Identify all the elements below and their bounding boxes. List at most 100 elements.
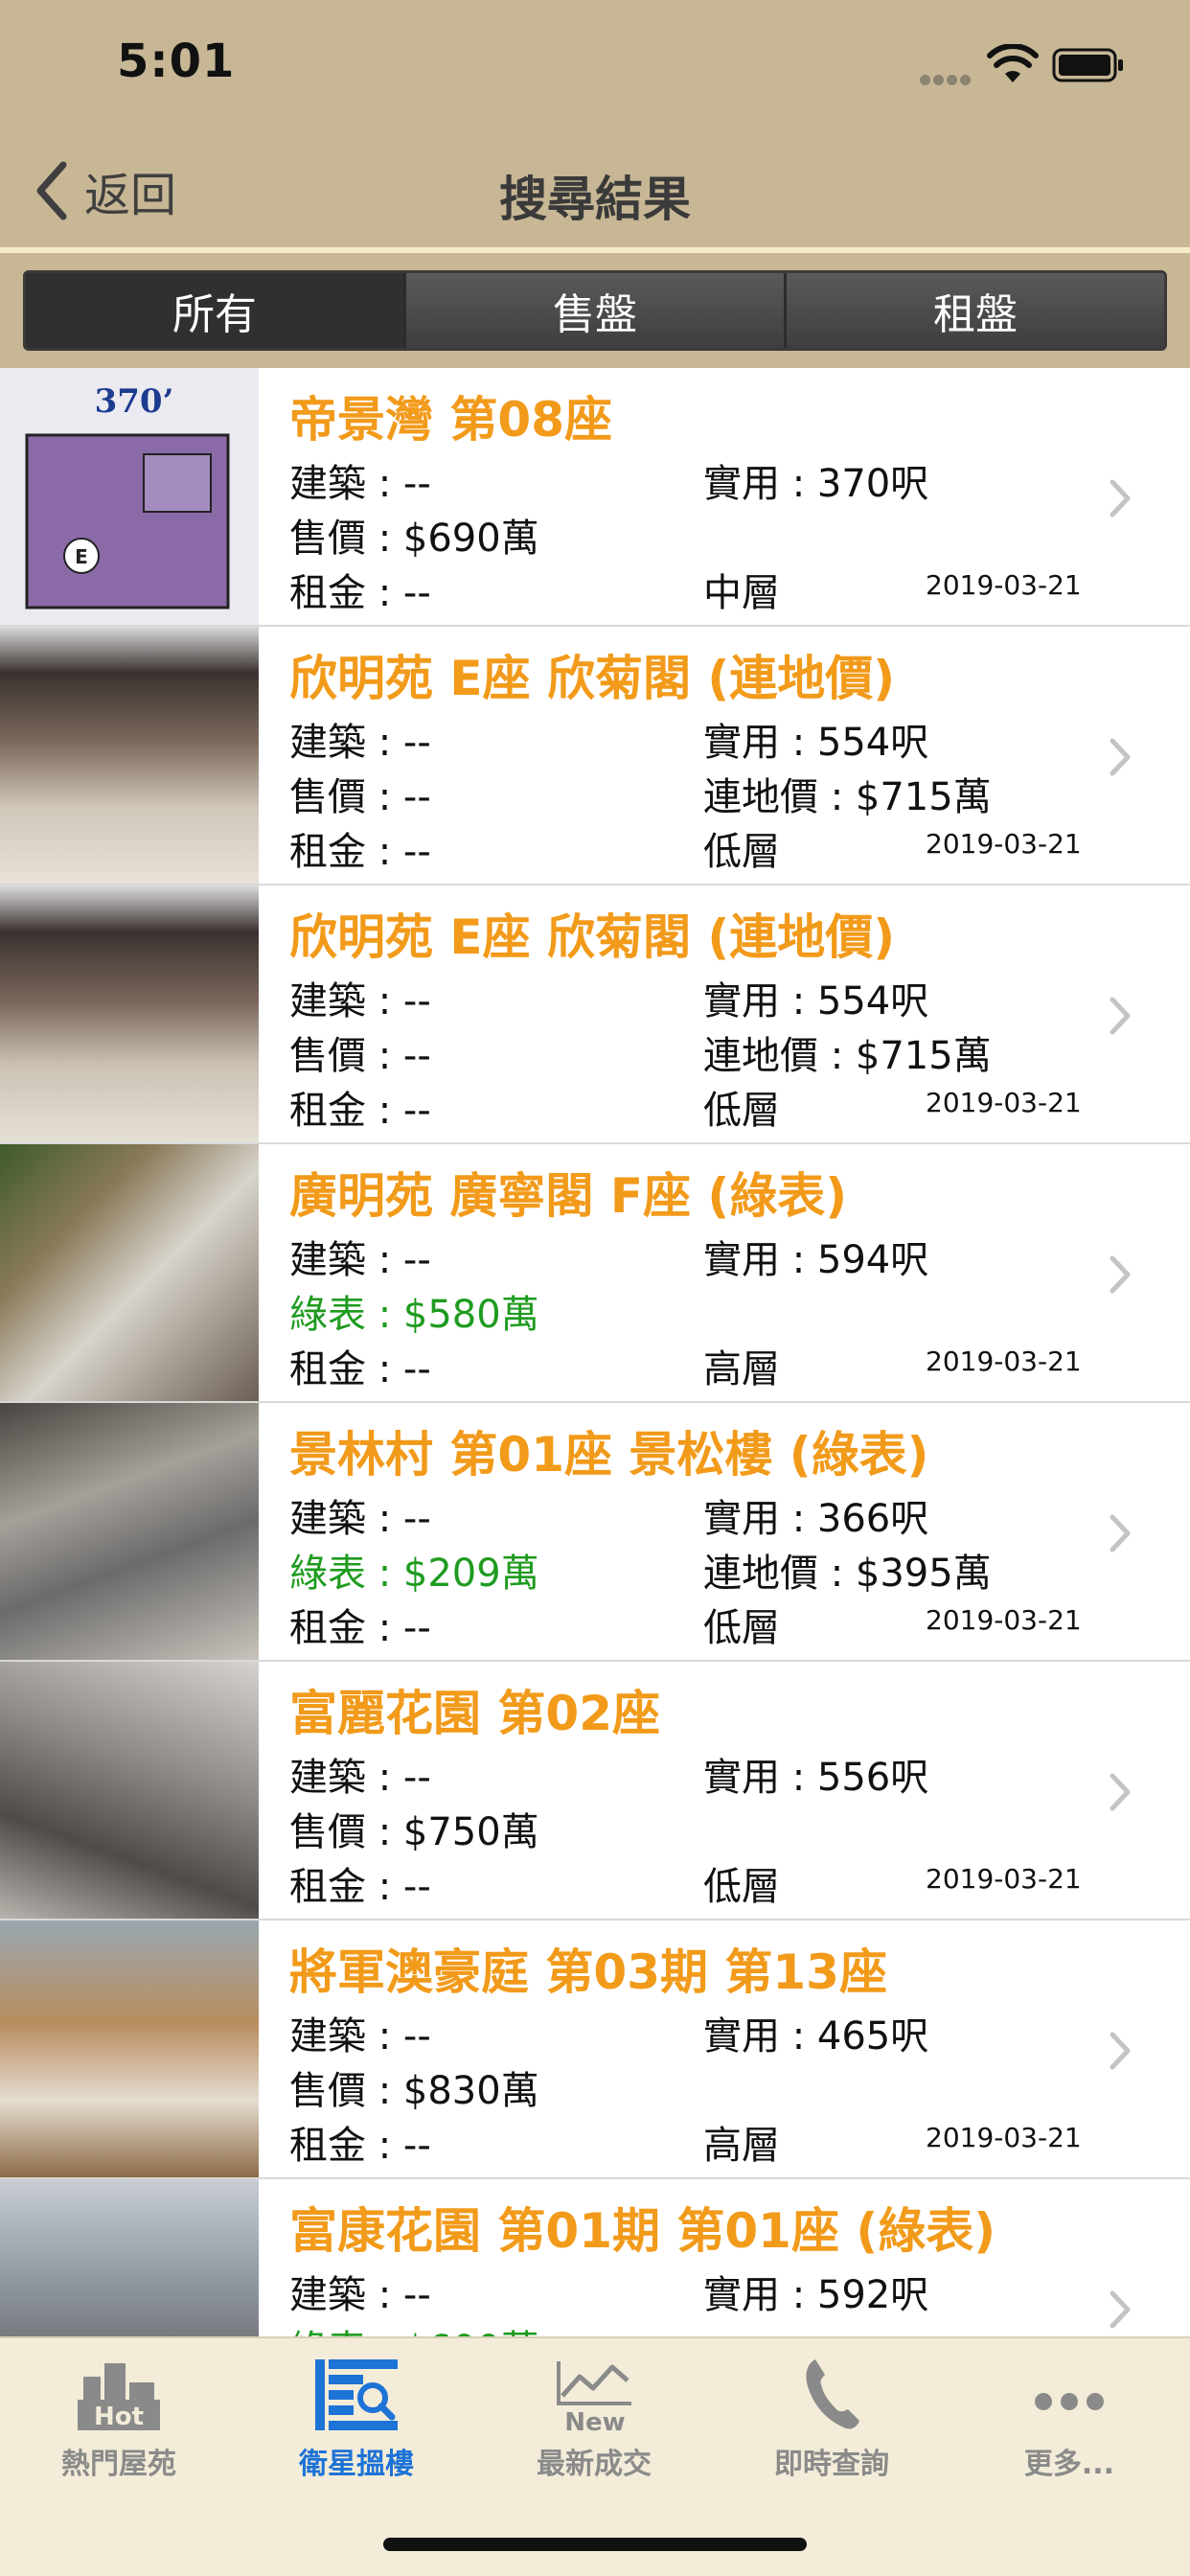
floor-level: 中層 bbox=[703, 571, 780, 615]
property-photo bbox=[0, 1403, 259, 1660]
property-thumbnail: 370’ E bbox=[0, 368, 259, 625]
app-root: 5:01 返回 搜尋結果 所有 售盤 租盤 370’ E 帝景灣 第08座 建築… bbox=[0, 0, 1190, 2576]
battery-icon bbox=[1052, 48, 1123, 82]
tab-satellite-search[interactable]: 衛星搵樓 bbox=[238, 2356, 475, 2509]
rent-price: 租金 : -- bbox=[289, 830, 431, 874]
saleable-area: 實用 : 366呎 bbox=[703, 1497, 929, 1541]
svg-text:Hot: Hot bbox=[94, 2403, 144, 2431]
gross-area: 建築 : -- bbox=[289, 721, 431, 765]
listing-title: 景林村 第01座 景松樓 (綠表) bbox=[289, 1427, 929, 1483]
chevron-right-icon bbox=[1110, 2290, 1131, 2329]
rent-price: 租金 : -- bbox=[289, 1347, 431, 1392]
listing-date: 2019-03-21 bbox=[926, 1604, 1082, 1636]
property-photo bbox=[0, 1662, 259, 1919]
rent-price: 租金 : -- bbox=[289, 1089, 431, 1133]
gross-area: 建築 : -- bbox=[289, 462, 431, 506]
listing-type-segmented-control: 所有 售盤 租盤 bbox=[23, 270, 1167, 351]
sale-price: 售價 : $750萬 bbox=[289, 1810, 539, 1854]
chevron-right-icon bbox=[1110, 1773, 1131, 1811]
sale-price: 綠表 : $209萬 bbox=[289, 1552, 539, 1596]
listing-date: 2019-03-21 bbox=[926, 1087, 1082, 1118]
listing-row[interactable]: 景林村 第01座 景松樓 (綠表) 建築 : -- 實用 : 366呎綠表 : $2… bbox=[0, 1403, 1190, 1662]
chevron-right-icon bbox=[1110, 997, 1131, 1035]
search-results-list: 370’ E 帝景灣 第08座建築 : -- 實用 : 370呎售價 : $690萬租… bbox=[0, 368, 1190, 2336]
saleable-area: 實用 : 592呎 bbox=[703, 2273, 929, 2317]
status-time: 5:01 bbox=[117, 34, 236, 88]
sale-price: 售價 : -- bbox=[289, 1034, 431, 1078]
tab-label: 最新成交 bbox=[537, 2448, 652, 2481]
gross-area: 建築 : -- bbox=[289, 979, 431, 1024]
listing-row[interactable]: 370’ E 帝景灣 第08座建築 : -- 實用 : 370呎售價 : $690萬租… bbox=[0, 368, 1190, 627]
tab-instant-enquiry[interactable]: 即時查詢 bbox=[713, 2356, 950, 2509]
saleable-area: 實用 : 556呎 bbox=[703, 1756, 929, 1800]
phone-icon bbox=[806, 2359, 859, 2429]
floor-level: 低層 bbox=[703, 1089, 780, 1133]
segment-rent[interactable]: 租盤 bbox=[784, 273, 1164, 348]
rent-price: 租金 : -- bbox=[289, 571, 431, 615]
saleable-area: 實用 : 554呎 bbox=[703, 721, 929, 765]
rent-price: 租金 : -- bbox=[289, 1865, 431, 1909]
listing-title: 將軍澳豪庭 第03期 第13座 bbox=[289, 1944, 887, 2000]
listing-row[interactable]: 欣明苑 E座 欣菊閣 (連地價) 建築 : -- 實用 : 554呎 售價 : -- 連… bbox=[0, 886, 1190, 1144]
page-title: 搜尋結果 bbox=[499, 172, 691, 227]
property-thumbnail bbox=[0, 886, 259, 1142]
listing-title: 富康花園 第01期 第01座 (綠表) bbox=[289, 2203, 996, 2259]
tab-label: 即時查詢 bbox=[774, 2448, 889, 2481]
property-photo bbox=[0, 627, 259, 884]
listing-row[interactable]: 廣明苑 廣寧閣 F座 (綠表) 建築 : -- 實用 : 594呎 綠表 : $580… bbox=[0, 1144, 1190, 1403]
status-bar: 5:01 bbox=[0, 0, 1190, 134]
home-indicator bbox=[383, 2538, 807, 2551]
property-thumbnail bbox=[0, 2179, 259, 2336]
chevron-right-icon bbox=[1110, 479, 1131, 518]
property-thumbnail bbox=[0, 627, 259, 884]
listing-date: 2019-03-21 bbox=[926, 1346, 1082, 1377]
rent-price: 租金 : -- bbox=[289, 1606, 431, 1650]
property-photo bbox=[0, 886, 259, 1142]
property-thumbnail bbox=[0, 1144, 259, 1401]
floorplan-thumbnail: 370’ E bbox=[0, 368, 259, 625]
listing-date: 2019-03-21 bbox=[926, 2122, 1082, 2153]
rent-price: 租金 : -- bbox=[289, 2124, 431, 2168]
segment-sale[interactable]: 售盤 bbox=[403, 273, 784, 348]
gross-area: 建築 : -- bbox=[289, 1238, 431, 1282]
gross-area: 建築 : -- bbox=[289, 1497, 431, 1541]
chevron-right-icon bbox=[1110, 1255, 1131, 1294]
svg-text:370’: 370’ bbox=[95, 382, 174, 421]
navigation-bar: 返回 搜尋結果 bbox=[0, 134, 1190, 247]
chevron-right-icon bbox=[1110, 738, 1131, 776]
more-dots-icon bbox=[1035, 2393, 1104, 2410]
listing-row[interactable]: 富康花園 第01期 第01座 (綠表) 建築 : -- 實用 : 592呎綠表 : … bbox=[0, 2179, 1190, 2336]
listing-row[interactable]: 富麗花園 第02座 建築 : -- 實用 : 556呎 售價 : $750萬 租金 : … bbox=[0, 1662, 1190, 1920]
property-photo bbox=[0, 1144, 259, 1401]
listing-title: 欣明苑 E座 欣菊閣 (連地價) bbox=[289, 651, 896, 706]
tab-new-transactions[interactable]: New 最新成交 bbox=[475, 2356, 713, 2509]
sale-price: 售價 : -- bbox=[289, 775, 431, 819]
tab-more[interactable]: 更多... bbox=[950, 2356, 1188, 2509]
chevron-right-icon bbox=[1110, 1514, 1131, 1552]
floor-level: 高層 bbox=[703, 1347, 780, 1392]
listing-title: 帝景灣 第08座 bbox=[289, 392, 612, 448]
gross-area: 建築 : -- bbox=[289, 2273, 431, 2317]
property-photo bbox=[0, 2179, 259, 2336]
floor-level: 低層 bbox=[703, 830, 780, 874]
listing-date: 2019-03-21 bbox=[926, 828, 1082, 860]
land-premium-price: 連地價 : $715萬 bbox=[703, 1034, 992, 1078]
floor-level: 高層 bbox=[703, 2124, 780, 2168]
floor-level: 低層 bbox=[703, 1606, 780, 1650]
tab-hot-buildings[interactable]: Hot 熱門屋苑 bbox=[0, 2356, 238, 2509]
floor-level: 低層 bbox=[703, 1865, 780, 1909]
svg-text:New: New bbox=[564, 2408, 625, 2432]
property-photo bbox=[0, 1920, 259, 2177]
sale-price: 綠表 : $580萬 bbox=[289, 1293, 539, 1337]
saleable-area: 實用 : 594呎 bbox=[703, 1238, 929, 1282]
segment-all[interactable]: 所有 bbox=[26, 273, 403, 348]
land-premium-price: 連地價 : $715萬 bbox=[703, 775, 992, 819]
tab-label: 衛星搵樓 bbox=[299, 2448, 414, 2481]
property-thumbnail bbox=[0, 1662, 259, 1919]
sale-price: 售價 : $690萬 bbox=[289, 517, 539, 561]
listing-row[interactable]: 欣明苑 E座 欣菊閣 (連地價) 建築 : -- 實用 : 554呎售價 : -- 連… bbox=[0, 627, 1190, 886]
saleable-area: 實用 : 370呎 bbox=[703, 462, 929, 506]
hot-buildings-icon: Hot bbox=[78, 2363, 160, 2431]
saleable-area: 實用 : 554呎 bbox=[703, 979, 929, 1024]
listing-row[interactable]: 將軍澳豪庭 第03期 第13座 建築 : -- 實用 : 465呎 售價 : $830… bbox=[0, 1920, 1190, 2179]
